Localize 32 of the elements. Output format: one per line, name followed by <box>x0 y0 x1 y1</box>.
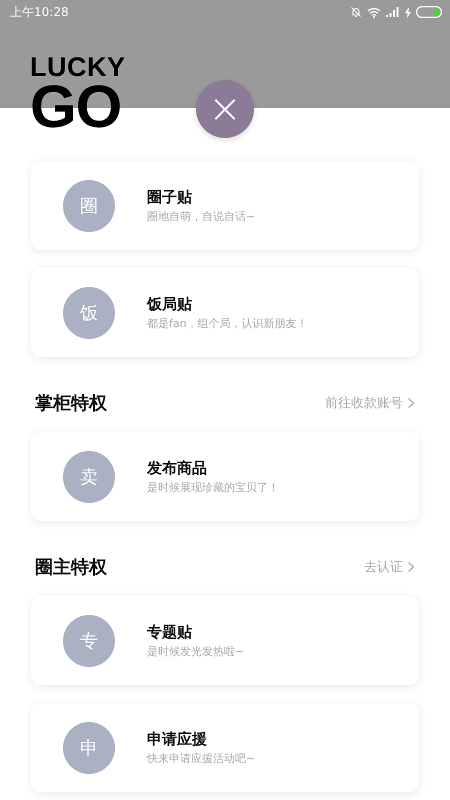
option-subtitle: 快来申请应援活动吧~ <box>147 750 256 766</box>
option-subtitle: 都是fan，组个局，认识新朋友！ <box>147 316 308 330</box>
logo: LUCKY GO <box>30 54 126 137</box>
option-title: 饭局贴 <box>147 294 193 314</box>
option-title: 申请应援 <box>147 730 208 748</box>
charging-icon <box>405 6 411 18</box>
category-badge: 专 <box>63 614 115 666</box>
chevron-right-icon <box>407 561 415 573</box>
option-card[interactable]: 申 申请应援 快来申请应援活动吧~ <box>31 703 419 792</box>
option-subtitle: 是时候发光发热啦~ <box>147 644 244 658</box>
option-title: 圈子贴 <box>147 188 193 206</box>
mute-bell-icon <box>350 6 362 18</box>
section-title: 掌柜特权 <box>35 392 107 415</box>
chevron-right-icon <box>407 397 415 409</box>
option-card[interactable]: 饭 饭局贴 都是fan，组个局，认识新朋友！ <box>31 268 419 357</box>
option-subtitle: 是时候展现珍藏的宝贝了！ <box>147 480 279 494</box>
battery-icon <box>416 6 442 18</box>
wifi-icon <box>367 6 381 18</box>
signal-icon <box>386 7 400 17</box>
option-title: 专题贴 <box>147 622 193 642</box>
option-title: 发布商品 <box>147 458 208 478</box>
section-title: 圈主特权 <box>35 556 107 579</box>
category-badge: 申 <box>63 722 115 774</box>
close-button[interactable]: × <box>196 80 254 138</box>
status-time: 上午10:28 <box>10 4 69 20</box>
option-card[interactable]: 专 专题贴 是时候发光发热啦~ <box>31 596 419 685</box>
option-card[interactable]: 圈 圈子贴 圈地自萌，自说自话~ <box>31 161 419 250</box>
category-badge: 饭 <box>63 286 115 338</box>
category-badge: 卖 <box>63 450 115 502</box>
option-card[interactable]: 卖 发布商品 是时候展现珍藏的宝贝了！ <box>31 432 419 521</box>
category-badge: 圈 <box>63 180 115 232</box>
option-subtitle: 圈地自萌，自说自话~ <box>147 208 256 224</box>
